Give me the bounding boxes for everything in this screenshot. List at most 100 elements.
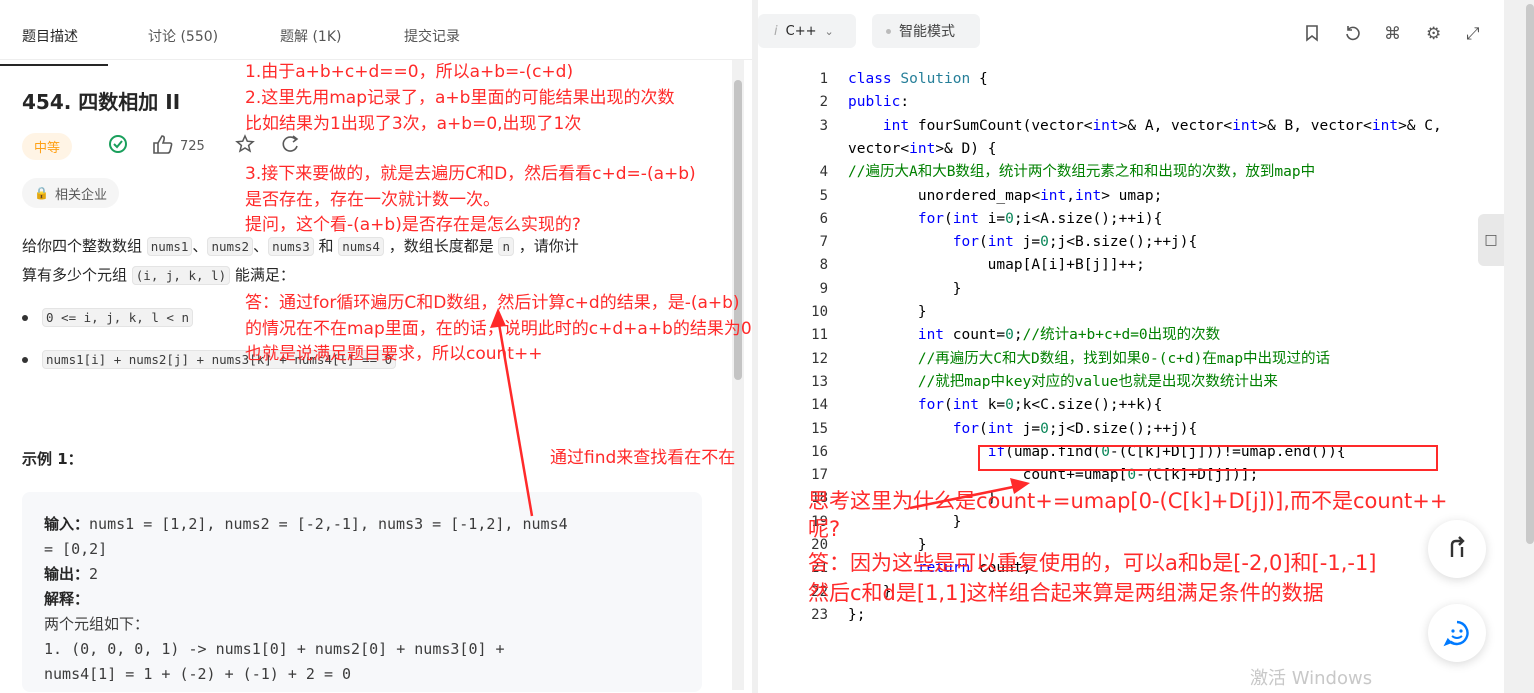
star-icon[interactable] bbox=[234, 134, 255, 158]
language-label: C++ bbox=[785, 23, 817, 39]
code-token: ( bbox=[944, 397, 953, 414]
problem-title: 454. 四数相加 II bbox=[22, 90, 181, 114]
code-token: j= bbox=[1022, 234, 1041, 251]
example-explain: 解释： bbox=[44, 587, 680, 612]
shortcut-icon[interactable]: ⌘ bbox=[1384, 24, 1401, 44]
annotation-text: 呢? bbox=[808, 517, 841, 541]
tab-discussion[interactable]: 讨论 (550) bbox=[148, 26, 218, 46]
mode-dot-icon bbox=[886, 28, 891, 34]
code-n: n bbox=[498, 237, 514, 256]
code-token: ; bbox=[1013, 327, 1023, 344]
lock-icon: 🔒 bbox=[34, 186, 49, 200]
code-token: umap[A[i]+B[j]]++; bbox=[848, 257, 1145, 274]
line-number: 9 bbox=[819, 280, 828, 297]
problem-description: 给你四个整数数组 nums1、 nums2、 nums3 和 nums4 ，数组长度… bbox=[22, 232, 712, 290]
code-token: 0 bbox=[1127, 467, 1137, 484]
problem-tabs: 题目描述 讨论 (550) 题解 (1K) 提交记录 bbox=[0, 8, 752, 66]
code-text: int count=0;//统计a+b+c+d=0出现的次数 bbox=[848, 324, 1220, 347]
code-text: } bbox=[848, 511, 962, 534]
explain-line: 两个元组如下： bbox=[44, 615, 150, 633]
input-label: 输入： bbox=[44, 515, 90, 533]
code-text: for(int j=0;j<D.size();++j){ bbox=[848, 418, 1197, 441]
code-line[interactable]: 13 //就把map中key对应的value也就是出现次数统计出来 bbox=[758, 371, 1504, 394]
code-line[interactable]: 4 //遍历大A和大B数组，统计两个数组元素之和和出现的次数，放到map中 bbox=[758, 161, 1504, 184]
code-line[interactable]: 6 for(int i=0;i<A.size();++i){ bbox=[758, 208, 1504, 231]
code-nums3: nums3 bbox=[268, 237, 314, 256]
share-icon[interactable] bbox=[281, 134, 301, 158]
code-line[interactable]: 8 umap[A[i]+B[j]]++; bbox=[758, 254, 1504, 277]
code-line[interactable]: 23}; bbox=[758, 604, 1504, 627]
code-line[interactable]: 10 } bbox=[758, 301, 1504, 324]
code-line[interactable]: 19 } bbox=[758, 511, 1504, 534]
like-count: 725 bbox=[180, 138, 205, 154]
code-token: //就把map中key对应的value也就是出现次数统计出来 bbox=[917, 373, 1278, 390]
desc-text: 给你四个整数数组 bbox=[22, 237, 147, 255]
code-token: (umap.find( bbox=[1005, 443, 1102, 460]
annotation-text: 答：因为这些是可以重复使用的，可以a和b是[-2,0]和[-1,-1] bbox=[808, 551, 1377, 575]
code-line[interactable]: vector<int>& D) { bbox=[758, 138, 1504, 161]
code-line[interactable]: 1 class Solution { bbox=[758, 68, 1504, 91]
line-number: 7 bbox=[819, 234, 828, 251]
code-token: ( bbox=[978, 420, 988, 437]
code-token: ;j<D.size();++j){ bbox=[1048, 420, 1198, 437]
code-token: int bbox=[1232, 117, 1259, 134]
code-line[interactable]: 16 if(umap.find(0-(C[k]+D[j]))!=umap.end… bbox=[758, 441, 1504, 464]
thumbs-up-icon bbox=[152, 134, 174, 158]
reset-icon[interactable] bbox=[1344, 24, 1362, 47]
code-line[interactable]: 15 for(int j=0;j<D.size();++j){ bbox=[758, 418, 1504, 441]
code-token: count+=umap[ bbox=[848, 467, 1128, 484]
code-line[interactable]: 3 int fourSumCount(vector<int>& A, vecto… bbox=[758, 115, 1504, 138]
tab-description[interactable]: 题目描述 bbox=[22, 26, 78, 46]
code-line[interactable]: 14 for(int k=0;k<C.size();++k){ bbox=[758, 394, 1504, 417]
line-number: 15 bbox=[811, 420, 828, 437]
page-scrollbar[interactable] bbox=[1504, 0, 1534, 693]
code-token: >& C, bbox=[1398, 117, 1442, 134]
like-button[interactable]: 725 bbox=[152, 134, 205, 158]
related-companies-label: 相关企业 bbox=[54, 187, 107, 203]
tab-solutions[interactable]: 题解 (1K) bbox=[280, 26, 341, 46]
tab-submissions[interactable]: 提交记录 bbox=[404, 26, 460, 46]
annotation-text: 3.接下来要做的，就是去遍历C和D，然后看看c+d=-(a+b) bbox=[245, 164, 696, 184]
side-panel-tab[interactable]: □ bbox=[1478, 214, 1504, 266]
desc-line-2: 算有多少个元组 (i, j, k, l) 能满足： bbox=[22, 261, 712, 290]
expand-icon[interactable]: ⤢ bbox=[1466, 24, 1480, 44]
example-input-cont: = [0,2] bbox=[44, 540, 108, 558]
code-line[interactable]: 2 public: bbox=[758, 91, 1504, 114]
code-token: j= bbox=[1022, 420, 1041, 437]
code-token: -(C[k]+D[j]))!=umap.end()){ bbox=[1109, 443, 1346, 460]
solved-check-icon bbox=[108, 134, 128, 159]
code-line[interactable]: 5 unordered_map<int,int> umap; bbox=[758, 185, 1504, 208]
code-token: > umap; bbox=[1101, 187, 1163, 204]
editor-toolbar: i C++ ⌄ 智能模式 ⌘ ⚙ ⤢ bbox=[758, 8, 1504, 52]
code-text: class Solution { bbox=[848, 68, 988, 91]
page-scrollbar-thumb[interactable] bbox=[1526, 4, 1534, 544]
code-token: 0 bbox=[1005, 210, 1014, 227]
code-line[interactable]: 9 } bbox=[758, 278, 1504, 301]
code-token: int bbox=[909, 140, 936, 157]
language-select[interactable]: i C++ ⌄ bbox=[758, 14, 856, 48]
bookmark-icon[interactable] bbox=[1304, 24, 1320, 47]
rotate-float-button[interactable] bbox=[1428, 520, 1486, 578]
code-nums2: nums2 bbox=[207, 237, 254, 256]
code-text: //再遍历大C和大D数组，找到如果0-(c+d)在map中出现过的话 bbox=[848, 348, 1330, 371]
line-number: 17 bbox=[811, 467, 828, 484]
description-scrollbar[interactable] bbox=[732, 60, 744, 690]
code-line[interactable]: 7 for(int j=0;j<B.size();++j){ bbox=[758, 231, 1504, 254]
input-value: nums1 = [1,2], nums2 = [-2,-1], nums3 = … bbox=[89, 515, 568, 533]
mode-toggle[interactable]: 智能模式 bbox=[872, 14, 980, 48]
active-tab-indicator bbox=[0, 64, 108, 66]
code-line[interactable]: 17 count+=umap[0-(C[k]+D[j])]; bbox=[758, 464, 1504, 487]
code-token: } bbox=[848, 304, 927, 320]
code-token: 0 bbox=[1005, 397, 1014, 414]
line-number: 14 bbox=[811, 397, 828, 414]
feedback-float-button[interactable] bbox=[1428, 604, 1486, 662]
gear-icon[interactable]: ⚙ bbox=[1426, 24, 1441, 44]
related-companies-chip[interactable]: 🔒 相关企业 bbox=[22, 178, 119, 208]
code-line[interactable]: 11 int count=0;//统计a+b+c+d=0出现的次数 bbox=[758, 324, 1504, 347]
code-token: int bbox=[882, 117, 918, 134]
mode-label: 智能模式 bbox=[899, 24, 955, 40]
code-line[interactable]: 12 //再遍历大C和大D数组，找到如果0-(c+d)在map中出现过的话 bbox=[758, 348, 1504, 371]
code-text: }; bbox=[848, 604, 865, 627]
code-nums1: nums1 bbox=[146, 237, 193, 256]
